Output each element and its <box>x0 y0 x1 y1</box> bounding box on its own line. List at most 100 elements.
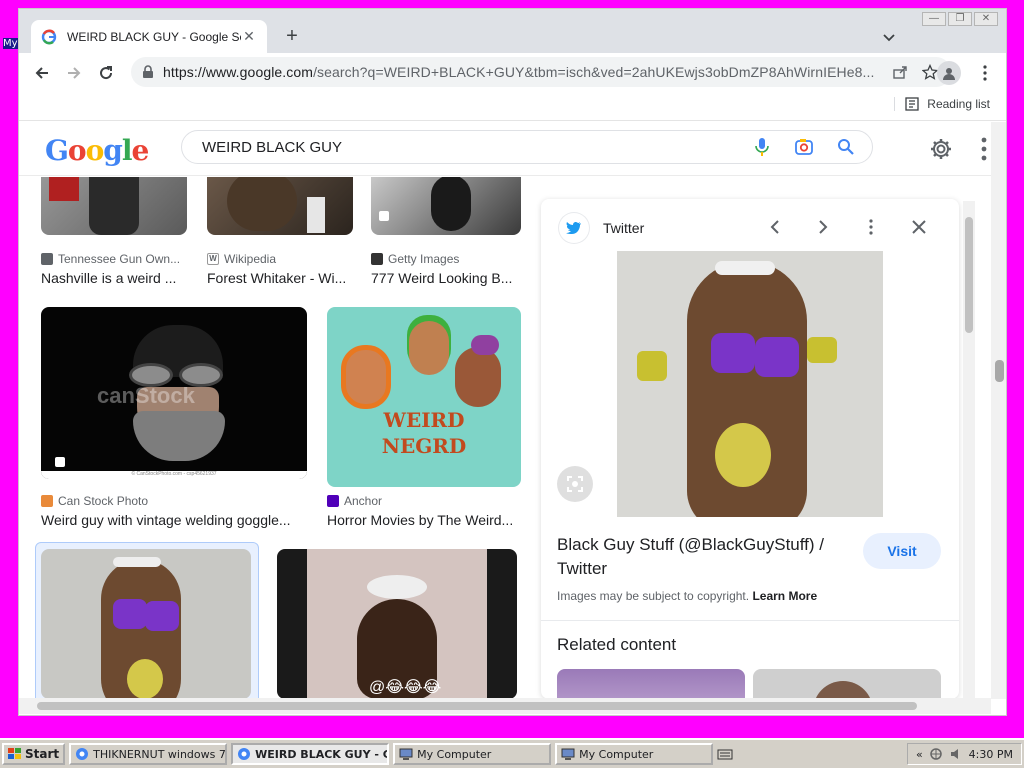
visit-button[interactable]: Visit <box>863 533 941 569</box>
browser-window: WEIRD BLACK GUY - Google Search ✕ + — ❐ … <box>18 8 1007 716</box>
taskbar-item-active[interactable]: WEIRD BLACK GUY - G... <box>231 743 390 765</box>
result-thumbnail[interactable]: canStock © CanStockPhoto.com - csp456219… <box>41 307 307 479</box>
result-thumbnail[interactable]: WEIRD NEGRD <box>327 307 521 487</box>
image-watermark: canStock <box>97 383 195 408</box>
taskbar-item[interactable]: THIKNERNUT windows 7 ... <box>69 743 228 765</box>
result-thumbnail[interactable] <box>41 549 251 699</box>
panel-source[interactable]: Twitter <box>559 213 644 243</box>
reading-list-label: Reading list <box>927 97 990 111</box>
wikipedia-favicon-icon: W <box>207 253 219 265</box>
result-source[interactable]: W Wikipedia <box>207 252 276 266</box>
system-tray: « 4:30 PM <box>906 743 1022 765</box>
result-title[interactable]: Forest Whitaker - Wi... <box>207 270 353 286</box>
panel-scrollbar-thumb[interactable] <box>965 217 973 333</box>
result-thumbnail[interactable]: @😂😂😂 <box>277 549 517 699</box>
google-apps-menu-icon[interactable] <box>979 137 989 161</box>
settings-gear-icon[interactable] <box>929 137 953 161</box>
preview-image[interactable] <box>617 251 883 517</box>
image-detail <box>113 557 161 567</box>
clock[interactable]: 4:30 PM <box>969 748 1013 761</box>
url-text[interactable]: https://www.google.com/search?q=WEIRD+BL… <box>163 64 881 80</box>
volume-icon[interactable] <box>949 747 963 761</box>
related-thumbnail[interactable] <box>753 669 941 699</box>
result-title[interactable]: Nashville is a weird ... <box>41 270 187 286</box>
panel-scrollbar[interactable] <box>963 201 975 699</box>
related-thumbnail[interactable] <box>557 669 745 699</box>
chevron-left-icon <box>770 220 779 234</box>
learn-more-link[interactable]: Learn More <box>752 589 817 603</box>
reading-list-button[interactable]: Reading list <box>894 97 990 111</box>
start-button[interactable]: Start <box>2 743 66 765</box>
profile-avatar-icon[interactable] <box>937 61 961 85</box>
result-thumbnail[interactable] <box>371 177 521 235</box>
restore-button[interactable]: ❐ <box>948 12 972 26</box>
result-title[interactable]: Horror Movies by The Weird... <box>327 512 521 528</box>
image-gallery-icon <box>55 457 65 467</box>
result-source[interactable]: Tennessee Gun Own... <box>41 252 180 266</box>
reload-button[interactable] <box>93 60 119 86</box>
result-source[interactable]: Anchor <box>327 494 382 508</box>
search-magnifier-icon[interactable] <box>834 135 858 159</box>
image-detail <box>715 423 771 487</box>
result-thumbnail[interactable] <box>207 177 353 235</box>
tab-search-chevron-icon[interactable] <box>879 27 899 47</box>
result-source[interactable]: Can Stock Photo <box>41 494 148 508</box>
panel-title[interactable]: Black Guy Stuff (@BlackGuyStuff) / Twitt… <box>557 533 857 581</box>
network-icon[interactable] <box>929 747 943 761</box>
image-detail <box>637 351 667 381</box>
previous-image-button[interactable] <box>761 213 789 241</box>
result-title[interactable]: 777 Weird Looking B... <box>371 270 521 286</box>
taskbar-item[interactable]: My Computer <box>393 743 552 765</box>
browser-toolbar: https://www.google.com/search?q=WEIRD+BL… <box>19 53 1006 93</box>
emoji-overlay: @😂😂😂 <box>369 679 442 696</box>
twitter-bird-icon <box>559 213 589 243</box>
reading-list-icon <box>905 97 919 111</box>
image-preview-panel: Twitter Black Guy Stuff (@BlackGuyStuff)… <box>541 199 959 699</box>
google-lens-camera-icon[interactable] <box>792 135 816 159</box>
next-image-button[interactable] <box>809 213 837 241</box>
result-title[interactable]: Weird guy with vintage welding goggle... <box>41 512 307 528</box>
start-label: Start <box>25 747 60 761</box>
image-detail <box>711 333 755 373</box>
page-vertical-scrollbar[interactable] <box>991 122 1006 699</box>
panel-more-options-icon[interactable] <box>857 213 885 241</box>
image-detail <box>127 659 163 699</box>
result-source[interactable]: Getty Images <box>371 252 459 266</box>
image-artwork-text: WEIRD NEGRD <box>381 408 467 458</box>
minimize-button[interactable]: — <box>922 12 946 26</box>
image-face <box>409 321 449 375</box>
address-bar[interactable]: https://www.google.com/search?q=WEIRD+BL… <box>131 57 951 87</box>
lock-icon[interactable] <box>141 65 155 79</box>
copyright-notice: Images may be subject to copyright. Lear… <box>557 589 818 603</box>
reload-icon <box>100 66 113 80</box>
page-horizontal-scrollbar[interactable] <box>19 698 991 714</box>
new-tab-button[interactable]: + <box>279 23 305 49</box>
horizontal-scrollbar-thumb[interactable] <box>37 702 917 710</box>
voice-search-mic-icon[interactable] <box>750 135 774 159</box>
share-icon[interactable] <box>889 61 911 83</box>
taskbar-item[interactable]: My Computer <box>555 743 714 765</box>
search-query[interactable]: WEIRD BLACK GUY <box>202 139 732 156</box>
back-button[interactable] <box>29 60 55 86</box>
google-logo[interactable]: Google <box>45 134 149 167</box>
tray-expand-icon[interactable]: « <box>916 748 923 761</box>
close-window-button[interactable]: ✕ <box>974 12 998 26</box>
keyboard-icon[interactable] <box>717 747 733 761</box>
tab-close-icon[interactable]: ✕ <box>241 28 257 45</box>
panel-divider <box>541 620 959 621</box>
browser-menu-icon[interactable] <box>975 61 995 85</box>
image-gallery-icon <box>379 211 389 221</box>
page-scrollbar-thumb[interactable] <box>995 360 1004 382</box>
forward-button[interactable] <box>61 60 87 86</box>
image-subject <box>89 177 139 235</box>
result-thumbnail[interactable] <box>41 177 187 235</box>
panel-close-icon[interactable] <box>905 213 933 241</box>
tab-google-search[interactable]: WEIRD BLACK GUY - Google Search ✕ <box>31 20 267 53</box>
image-results-area: Tennessee Gun Own... Nashville is a weir… <box>19 177 991 699</box>
search-input[interactable]: WEIRD BLACK GUY <box>181 130 873 164</box>
image-subject <box>431 177 471 231</box>
back-arrow-icon <box>35 67 48 79</box>
google-header: Google WEIRD BLACK GUY <box>19 122 991 176</box>
visual-search-lens-icon[interactable] <box>557 466 593 502</box>
image-goggles <box>715 261 775 275</box>
